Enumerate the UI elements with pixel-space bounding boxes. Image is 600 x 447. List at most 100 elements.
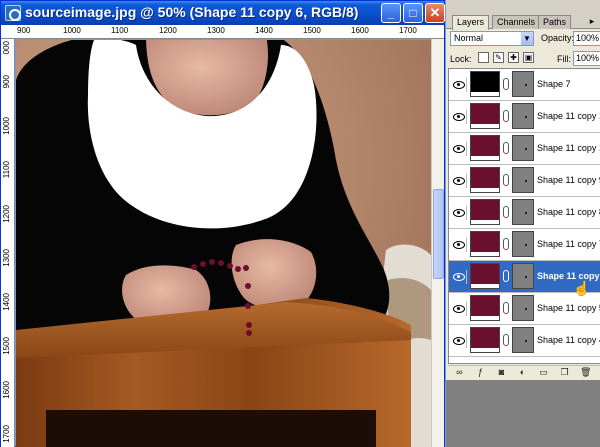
chain-link-icon[interactable] [503,334,509,346]
close-button[interactable]: ✕ [425,3,445,23]
rosary-bead [191,264,197,270]
layer-row[interactable]: Shape 11 copy 7 [449,229,600,261]
scrollbar-thumb[interactable] [433,189,444,279]
ruler-tick: 1500 [2,337,11,355]
lock-position-icon[interactable]: ✚ [508,52,519,63]
opacity-input[interactable]: 100% [573,31,600,46]
layer-thumbnail[interactable] [470,135,500,161]
visibility-eye-icon[interactable] [451,78,467,92]
ruler-tick: 1400 [255,26,273,35]
layer-row[interactable]: Shape 11 copy 9 [449,165,600,197]
fx-icon[interactable]: ƒ [475,367,486,378]
blend-mode-select[interactable]: Normal ▼ [450,31,534,46]
vector-mask-thumbnail[interactable] [512,295,534,321]
trash-icon[interactable]: 🗑 [580,367,591,378]
chain-link-icon[interactable] [503,238,509,250]
rosary-bead [245,283,251,289]
tab-paths[interactable]: Paths [538,15,572,29]
folder-icon[interactable]: ▭ [538,367,549,378]
thumbnail-strip [471,124,499,128]
vector-mask-thumbnail[interactable] [512,231,534,257]
link-icon[interactable]: ∞ [454,367,465,378]
layer-thumbnail[interactable] [470,295,500,321]
horizontal-ruler[interactable]: 900 1000 1100 1200 1300 1400 1500 1600 1… [1,25,444,39]
thumbnail-strip [471,156,499,160]
visibility-eye-icon[interactable] [451,174,467,188]
visibility-eye-icon[interactable] [451,110,467,124]
chain-link-icon[interactable] [503,110,509,122]
chain-link-icon[interactable] [503,142,509,154]
rosary-bead [218,260,224,266]
layer-row[interactable]: Shape 7 [449,69,600,101]
layer-name: Shape 11 copy 9 [537,175,600,185]
visibility-eye-icon[interactable] [451,270,467,284]
mask-dot [525,116,527,118]
chain-link-icon[interactable] [503,270,509,282]
minimize-button[interactable]: _ [381,3,401,23]
vector-mask-thumbnail[interactable] [512,71,534,97]
palette-title-bar[interactable] [446,0,600,14]
adjustment-icon[interactable]: ◐ [517,367,528,378]
vector-mask-thumbnail[interactable] [512,103,534,129]
layer-name: Shape 11 copy 8 [537,207,600,217]
visibility-eye-icon[interactable] [451,302,467,316]
chain-link-icon[interactable] [503,174,509,186]
layer-row[interactable]: Shape 11 copy 8 [449,197,600,229]
visibility-eye-icon[interactable] [451,334,467,348]
ruler-tick: 1200 [159,26,177,35]
ruler-tick: 1300 [207,26,225,35]
lock-image-icon[interactable]: ✎ [493,52,504,63]
mask-dot [525,276,527,278]
vector-mask-thumbnail[interactable] [512,167,534,193]
ruler-tick: 900 [2,75,11,89]
chain-link-icon[interactable] [503,206,509,218]
vertical-ruler[interactable]: 000 900 1000 1100 1200 1300 1400 1500 16… [1,39,15,447]
vector-mask-thumbnail[interactable] [512,327,534,353]
window-title: sourceimage.jpg @ 50% (Shape 11 copy 6, … [25,4,359,20]
new-layer-icon[interactable]: ❐ [559,367,570,378]
layer-thumbnail[interactable] [470,327,500,353]
photoshop-workspace: sourceimage.jpg @ 50% (Shape 11 copy 6, … [0,0,600,447]
artwork [16,40,431,447]
lock-transparency-checkbox[interactable] [478,52,489,63]
vertical-scrollbar[interactable] [431,39,444,447]
visibility-eye-icon[interactable] [451,142,467,156]
image-canvas[interactable] [16,40,431,447]
layer-thumbnail[interactable] [470,71,500,97]
lock-all-icon[interactable]: ▣ [523,52,534,63]
visibility-eye-icon[interactable] [451,238,467,252]
fill-input[interactable]: 100% [573,51,600,66]
mask-dot [525,244,527,246]
vector-mask-thumbnail[interactable] [512,199,534,225]
layer-row[interactable]: Shape 11 copy 4 [449,325,600,357]
layer-name: Shape 7 [537,79,571,89]
ruler-tick: 1700 [2,425,11,443]
visibility-eye-icon[interactable] [451,206,467,220]
palette-menu-icon[interactable]: ▸ [585,15,599,27]
vector-mask-thumbnail[interactable] [512,263,534,289]
vector-mask-thumbnail[interactable] [512,135,534,161]
layer-row[interactable]: Shape 11 copy 11 [449,101,600,133]
rosary-bead [245,303,251,309]
title-bar[interactable]: sourceimage.jpg @ 50% (Shape 11 copy 6, … [1,1,445,25]
mask-icon[interactable]: ◙ [496,367,507,378]
hand-cursor-icon: ☝ [573,280,591,296]
tab-layers[interactable]: Layers [452,15,490,30]
tab-channels[interactable]: Channels [492,15,541,29]
layer-row[interactable]: Shape 11 copy 5 [449,293,600,325]
layer-thumbnail[interactable] [470,263,500,289]
rosary-bead [227,263,233,269]
maximize-button[interactable]: □ [403,3,423,23]
palette-footer: ∞ ƒ ◙ ◐ ▭ ❐ 🗑 [448,365,600,379]
photoshop-document-icon[interactable] [5,5,21,21]
chevron-down-icon: ▼ [521,32,533,45]
layer-thumbnail[interactable] [470,231,500,257]
chain-link-icon[interactable] [503,78,509,90]
layer-name: Shape 11 copy 6 [537,271,600,281]
layers-list[interactable]: Shape 7 Shape 11 copy 11 Shape 11 copy 10 S… [448,68,600,364]
layer-thumbnail[interactable] [470,103,500,129]
layer-thumbnail[interactable] [470,199,500,225]
chain-link-icon[interactable] [503,302,509,314]
layer-thumbnail[interactable] [470,167,500,193]
layer-row[interactable]: Shape 11 copy 10 [449,133,600,165]
